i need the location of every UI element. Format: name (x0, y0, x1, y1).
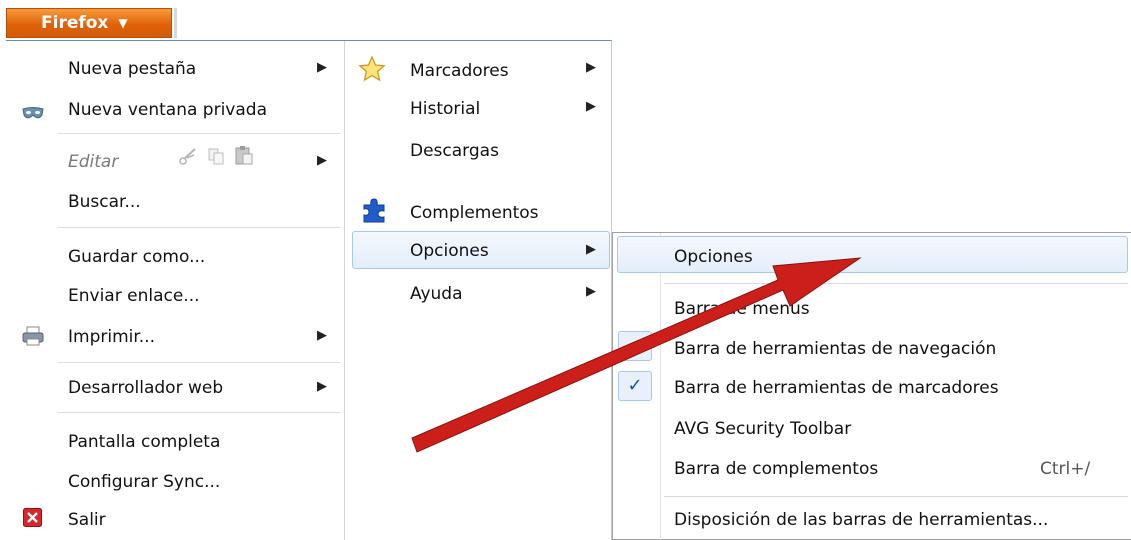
annotation-arrow (411, 257, 862, 453)
